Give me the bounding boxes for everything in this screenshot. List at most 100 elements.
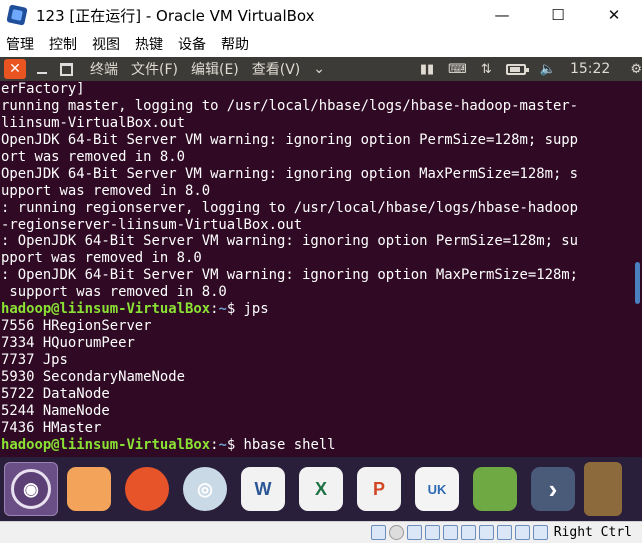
dock-files-icon[interactable] bbox=[62, 462, 116, 516]
battery-icon[interactable] bbox=[505, 63, 529, 75]
terminal-minimize-button[interactable] bbox=[34, 61, 50, 77]
terminal-text: : OpenJDK 64-Bit Server VM warning: igno… bbox=[1, 267, 579, 284]
audio-icon[interactable] bbox=[406, 525, 422, 540]
terminal-text: erFactory] bbox=[1, 81, 85, 97]
mouse-integration-icon[interactable] bbox=[532, 525, 548, 540]
terminal-line: hadoop@liinsum-VirtualBox:~$ jps bbox=[1, 301, 632, 318]
terminal-line: hadoop@liinsum-VirtualBox:~$ hbase shell bbox=[1, 437, 632, 454]
window-title: 123 [正在运行] - Oracle VM VirtualBox bbox=[36, 6, 315, 25]
terminal-line: ort was removed in 8.0 bbox=[1, 149, 632, 166]
network-icon[interactable]: ⇅ bbox=[481, 62, 492, 77]
keyboard-icon[interactable]: ⌨ bbox=[448, 62, 467, 77]
settings-gear-icon[interactable]: ⚙ bbox=[630, 62, 642, 77]
terminal-line: OpenJDK 64-Bit Server VM warning: ignori… bbox=[1, 132, 632, 149]
terminal-line: upport was removed in 8.0 bbox=[1, 183, 632, 200]
dock-store-icon-glyph: UK bbox=[415, 467, 459, 511]
hard-disk-icon[interactable] bbox=[370, 525, 386, 540]
cpu-icon[interactable] bbox=[514, 525, 530, 540]
terminal-text: pport was removed in 8.0 bbox=[1, 250, 202, 267]
dock-firefox-icon[interactable] bbox=[120, 462, 174, 516]
terminal-text: 5722 DataNode bbox=[1, 385, 110, 402]
terminal-line: 7334 HQuorumPeer bbox=[1, 335, 632, 352]
dock-excel-icon-glyph: X bbox=[299, 467, 343, 511]
system-tray: ▮▮ ⌨ ⇅ 🔈 15:22 ⚙ bbox=[406, 57, 642, 81]
dock-more-icon-glyph: › bbox=[531, 467, 575, 511]
dock-word-icon-glyph: W bbox=[241, 467, 285, 511]
terminal-line: liinsum-VirtualBox.out bbox=[1, 115, 632, 132]
terminal-text: upport was removed in 8.0 bbox=[1, 182, 211, 199]
terminal-text: 7556 HRegionServer bbox=[1, 318, 152, 335]
virtualbox-menubar: 管理 控制 视图 热键 设备 帮助 bbox=[0, 30, 642, 57]
terminal-text: 5930 SecondaryNameNode bbox=[1, 368, 185, 385]
usb-icon[interactable] bbox=[442, 525, 458, 540]
window-controls: — ☐ ✕ bbox=[474, 0, 642, 30]
dock-partial-icon[interactable] bbox=[584, 462, 622, 516]
menu-view-terminal[interactable]: 查看(V) bbox=[252, 59, 301, 79]
dock-excel-icon[interactable]: X bbox=[294, 462, 348, 516]
terminal-close-button[interactable]: ✕ bbox=[4, 59, 26, 79]
menu-manage[interactable]: 管理 bbox=[6, 34, 34, 54]
shared-folder-icon[interactable] bbox=[460, 525, 476, 540]
terminal-line: : OpenJDK 64-Bit Server VM warning: igno… bbox=[1, 233, 632, 250]
prompt-path: ~ bbox=[218, 436, 227, 453]
clock[interactable]: 15:22 bbox=[570, 61, 610, 77]
dock-word-icon[interactable]: W bbox=[236, 462, 290, 516]
dock-chromium-icon[interactable]: ◎ bbox=[178, 462, 232, 516]
prompt-path: ~ bbox=[218, 301, 227, 318]
optical-drive-icon[interactable] bbox=[388, 525, 404, 540]
terminal-output[interactable]: erFactory] running master, logging to /us… bbox=[0, 81, 632, 465]
guest-screen[interactable]: ✕ 终端 文件(F) 编辑(E) 查看(V) ⌄ ▮▮ ⌨ ⇅ 🔈 15:22 … bbox=[0, 57, 642, 521]
host-key-label: Right Ctrl bbox=[553, 525, 632, 540]
terminal-maximize-button[interactable] bbox=[58, 61, 74, 77]
terminal-text: ort was removed in 8.0 bbox=[1, 148, 185, 165]
terminal-text: -regionserver-liinsum-VirtualBox.out bbox=[1, 216, 303, 233]
terminal-line: : running regionserver, logging to /usr/… bbox=[1, 200, 632, 217]
display-icon[interactable] bbox=[478, 525, 494, 540]
terminal-text: 7737 Jps bbox=[1, 352, 68, 368]
terminal-text: : running regionserver, logging to /usr/… bbox=[1, 199, 579, 216]
dock-powerpoint-icon[interactable]: P bbox=[352, 462, 406, 516]
video-capture-icon[interactable] bbox=[496, 525, 512, 540]
menu-hotkey[interactable]: 热键 bbox=[135, 34, 163, 54]
menu-overflow-icon[interactable]: ⌄ bbox=[313, 61, 325, 77]
virtualbox-icon bbox=[6, 4, 28, 26]
dock-software-icon-glyph bbox=[473, 467, 517, 511]
terminal-line: 7556 HRegionServer bbox=[1, 318, 632, 335]
dock-ubuntu-icon[interactable]: ◉ bbox=[4, 462, 58, 516]
terminal-line: 7436 HMaster bbox=[1, 420, 632, 437]
terminal-text: running master, logging to /usr/local/hb… bbox=[1, 97, 579, 114]
menu-help[interactable]: 帮助 bbox=[221, 34, 249, 54]
terminal-line: OpenJDK 64-Bit Server VM warning: ignori… bbox=[1, 166, 632, 183]
menu-terminal[interactable]: 终端 bbox=[90, 59, 118, 79]
dock-chromium-icon-glyph: ◎ bbox=[183, 467, 227, 511]
terminal-line: 5930 SecondaryNameNode bbox=[1, 369, 632, 386]
dock-store-icon[interactable]: UK bbox=[410, 462, 464, 516]
menu-file[interactable]: 文件(F) bbox=[131, 59, 178, 79]
dock-software-icon[interactable] bbox=[468, 462, 522, 516]
dock-files-icon-glyph bbox=[67, 467, 111, 511]
menu-control[interactable]: 控制 bbox=[49, 34, 77, 54]
terminal-line: running master, logging to /usr/local/hb… bbox=[1, 98, 632, 115]
terminal-line: -regionserver-liinsum-VirtualBox.out bbox=[1, 217, 632, 234]
input-method-icon[interactable]: ▮▮ bbox=[420, 62, 434, 77]
volume-icon[interactable]: 🔈 bbox=[540, 62, 556, 77]
terminal-text: 7334 HQuorumPeer bbox=[1, 335, 135, 352]
prompt-user: hadoop@liinsum-VirtualBox bbox=[1, 301, 211, 318]
terminal-text: $ hbase shell bbox=[226, 436, 336, 453]
minimize-button[interactable]: — bbox=[474, 0, 530, 30]
terminal-line: pport was removed in 8.0 bbox=[1, 250, 632, 267]
dock-more-icon[interactable]: › bbox=[526, 462, 580, 516]
network-adapter-icon[interactable] bbox=[424, 525, 440, 540]
terminal-text: liinsum-VirtualBox.out bbox=[1, 114, 185, 131]
terminal-line: 5244 NameNode bbox=[1, 403, 632, 420]
terminal-line: 7737 Jps bbox=[1, 352, 632, 369]
terminal-text: support was removed in 8.0 bbox=[1, 284, 227, 301]
maximize-button[interactable]: ☐ bbox=[530, 0, 586, 30]
terminal-text: : OpenJDK 64-Bit Server VM warning: igno… bbox=[1, 233, 579, 250]
terminal-text: 5244 NameNode bbox=[1, 402, 110, 419]
menu-edit[interactable]: 编辑(E) bbox=[191, 59, 239, 79]
menu-devices[interactable]: 设备 bbox=[178, 34, 206, 54]
close-button[interactable]: ✕ bbox=[586, 0, 642, 30]
terminal-scrollbar[interactable] bbox=[635, 262, 640, 304]
menu-view[interactable]: 视图 bbox=[92, 34, 120, 54]
